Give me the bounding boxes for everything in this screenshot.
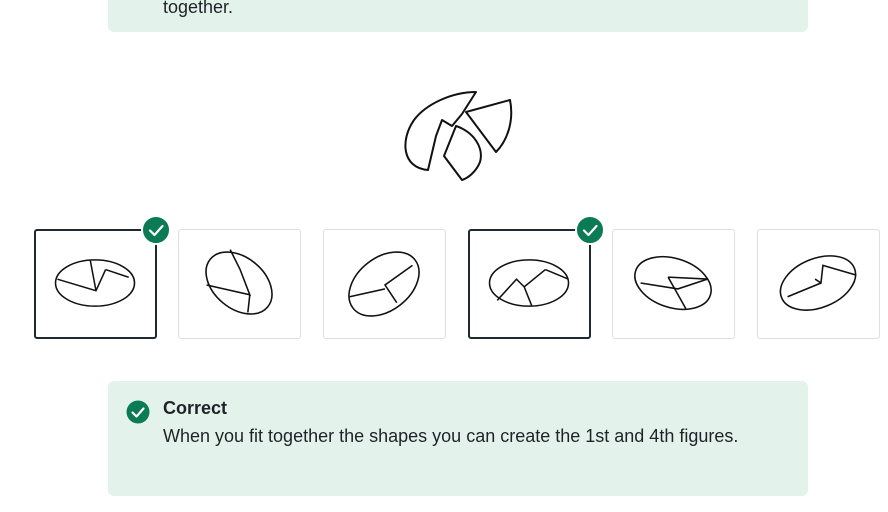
- option-5[interactable]: [612, 229, 735, 339]
- pieces-to-assemble-icon: [404, 91, 513, 181]
- ellipse-split-figure-1-icon: [54, 259, 136, 307]
- instruction-text: together.: [163, 0, 234, 17]
- ellipse-split-figure-5-icon: [634, 255, 712, 311]
- ellipse-split-figure-6-icon: [779, 255, 857, 311]
- instruction-banner: together.: [108, 0, 808, 32]
- feedback-title: Correct: [163, 398, 228, 418]
- ellipse-split-figure-3-icon: [348, 251, 420, 317]
- feedback-text: When you fit together the shapes you can…: [163, 426, 739, 446]
- option-4[interactable]: [468, 215, 605, 339]
- check-badge-icon: [575, 215, 605, 245]
- option-3[interactable]: [323, 229, 446, 339]
- option-1[interactable]: [34, 215, 171, 339]
- answer-options: [34, 215, 882, 341]
- check-badge-icon: [141, 215, 171, 245]
- ellipse-split-figure-4-icon: [488, 259, 570, 307]
- check-circle-icon: [126, 400, 150, 424]
- option-6[interactable]: [757, 229, 880, 339]
- puzzle-page: together. Correct When you fit together …: [0, 0, 888, 512]
- option-2[interactable]: [178, 229, 301, 339]
- feedback-panel: Correct When you fit together the shapes…: [108, 381, 808, 496]
- ellipse-split-figure-2-icon: [205, 249, 273, 315]
